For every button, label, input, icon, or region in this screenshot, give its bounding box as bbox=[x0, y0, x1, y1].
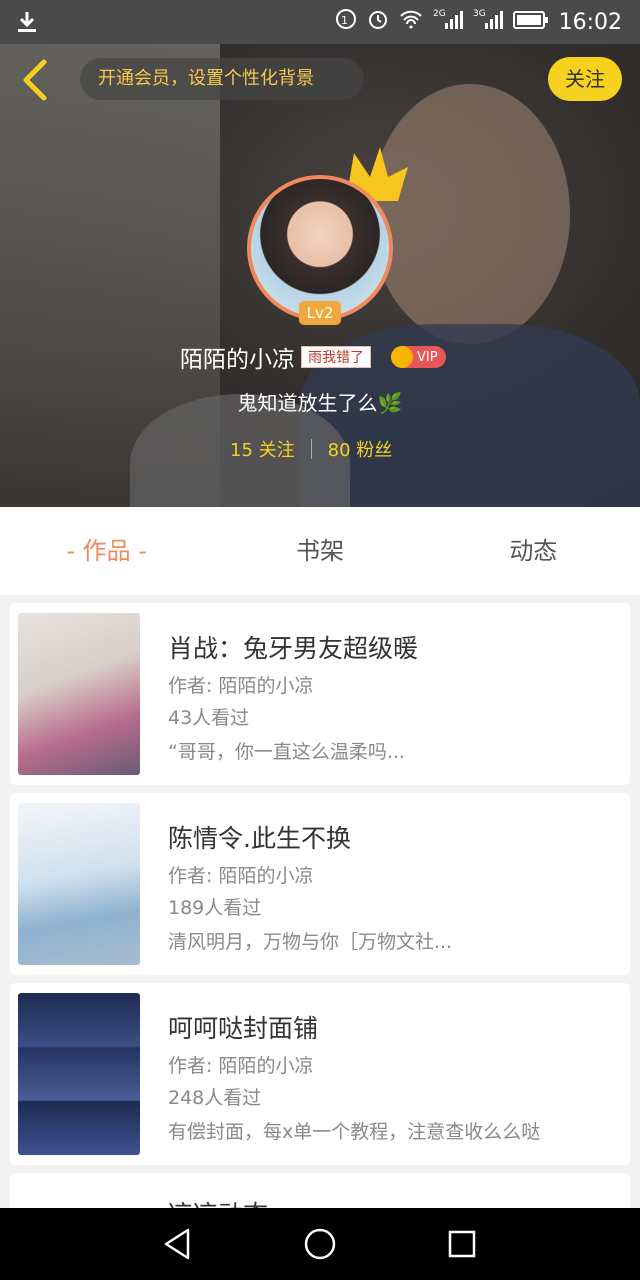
avatar[interactable] bbox=[247, 175, 393, 321]
following-count[interactable]: 15 关注 bbox=[230, 436, 295, 462]
recents-nav-button[interactable] bbox=[444, 1226, 480, 1262]
wifi-icon bbox=[399, 9, 423, 35]
signal-2g-icon: 2G bbox=[433, 7, 463, 37]
stats-divider bbox=[310, 439, 312, 459]
signature: 鬼知道放生了么🌿 bbox=[237, 391, 403, 415]
navigation-bar bbox=[0, 1208, 640, 1280]
triangle-back-icon bbox=[160, 1228, 196, 1266]
work-author: 作者: 陌陌的小凉 bbox=[168, 675, 314, 697]
svg-text:1: 1 bbox=[341, 14, 348, 27]
tab-bookshelf[interactable]: 书架 bbox=[213, 507, 426, 595]
work-card[interactable]: 呵呵哒封面铺 作者: 陌陌的小凉 248人看过 有偿封面，每x单一个教程，注意查… bbox=[10, 983, 630, 1165]
works-list: 肖战：兔牙男友超级暖 作者: 陌陌的小凉 43人看过 “哥哥，你一直这么温柔吗.… bbox=[10, 603, 630, 1221]
work-cover bbox=[18, 993, 140, 1155]
work-description: “哥哥，你一直这么温柔吗... bbox=[168, 741, 405, 763]
circle-home-icon bbox=[302, 1228, 338, 1266]
back-button[interactable] bbox=[16, 58, 56, 102]
clock: 16:02 bbox=[558, 9, 622, 35]
stats-row: 15 关注 80 粉丝 bbox=[230, 436, 392, 462]
work-title: 陈情令.此生不换 bbox=[168, 824, 351, 853]
vip-badge[interactable]: VIP bbox=[391, 346, 446, 368]
username: 陌陌的小凉 bbox=[180, 347, 295, 373]
data-saver-icon: 1 bbox=[335, 8, 357, 36]
work-views: 189人看过 bbox=[168, 897, 262, 919]
work-cover bbox=[18, 613, 140, 775]
followers-count[interactable]: 80 粉丝 bbox=[328, 436, 393, 462]
chevron-left-icon bbox=[16, 59, 56, 106]
work-title: 肖战：兔牙男友超级暖 bbox=[168, 634, 419, 663]
work-description: 有偿封面，每x单一个教程，注意查收么么哒 bbox=[168, 1121, 541, 1143]
work-views: 43人看过 bbox=[168, 707, 250, 729]
tab-works[interactable]: - 作品 - bbox=[0, 507, 213, 595]
name-tag: 雨我错了 bbox=[301, 346, 371, 368]
work-cover bbox=[18, 803, 140, 965]
square-recents-icon bbox=[444, 1230, 480, 1266]
alarm-icon bbox=[367, 8, 389, 36]
battery-icon bbox=[512, 10, 549, 35]
home-nav-button[interactable] bbox=[302, 1226, 338, 1262]
back-nav-button[interactable] bbox=[160, 1226, 196, 1262]
vip-background-prompt[interactable]: 开通会员，设置个性化背景 bbox=[80, 58, 364, 100]
work-card[interactable]: 凉凉动态 bbox=[10, 1173, 630, 1213]
work-author: 作者: 陌陌的小凉 bbox=[168, 1055, 314, 1077]
tab-bar: - 作品 - 书架 动态 bbox=[0, 507, 640, 595]
work-card[interactable]: 陈情令.此生不换 作者: 陌陌的小凉 189人看过 清风明月，万物与你［万物文社… bbox=[10, 793, 630, 975]
work-author: 作者: 陌陌的小凉 bbox=[168, 865, 314, 887]
screen: 1 2G 3G 16:02 开通会员，设置个性化背景 关注 Lv2 陌陌的小凉 … bbox=[0, 0, 640, 1280]
vip-crown-icon bbox=[391, 346, 413, 368]
work-views: 248人看过 bbox=[168, 1087, 262, 1109]
level-badge: Lv2 bbox=[299, 301, 341, 325]
signal-3g-icon: 3G bbox=[473, 7, 503, 37]
follow-button[interactable]: 关注 bbox=[548, 57, 622, 101]
download-icon bbox=[16, 10, 38, 38]
username-row: 陌陌的小凉 雨我错了 VIP bbox=[180, 340, 446, 374]
svg-text:3G: 3G bbox=[473, 9, 486, 19]
work-description: 清风明月，万物与你［万物文社... bbox=[168, 931, 453, 953]
work-title: 呵呵哒封面铺 bbox=[168, 1014, 319, 1043]
work-card[interactable]: 肖战：兔牙男友超级暖 作者: 陌陌的小凉 43人看过 “哥哥，你一直这么温柔吗.… bbox=[10, 603, 630, 785]
tab-activity[interactable]: 动态 bbox=[427, 507, 640, 595]
svg-text:2G: 2G bbox=[433, 9, 446, 19]
vip-label: VIP bbox=[417, 349, 438, 365]
status-bar: 1 2G 3G 16:02 bbox=[0, 0, 640, 44]
